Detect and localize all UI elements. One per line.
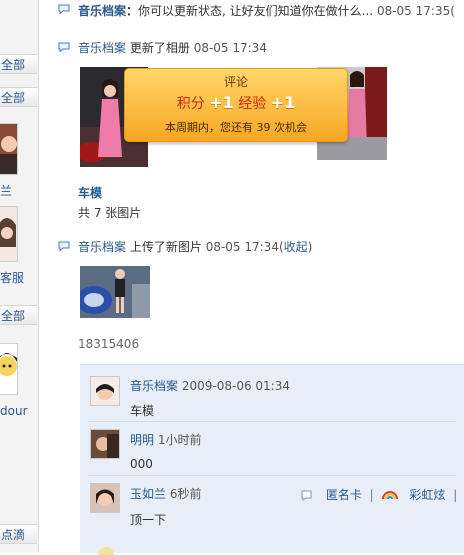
popup-title: 评论 bbox=[223, 75, 248, 89]
exp-label: 经验 bbox=[238, 96, 267, 112]
comment-avatar-3[interactable] bbox=[90, 483, 120, 513]
status-prompt-text[interactable]: 你可以更新状态, 让好友们知道你在做什么... bbox=[138, 4, 373, 18]
comment-3-time: 6秒前 bbox=[169, 487, 202, 501]
collapse-link[interactable]: 收起 bbox=[284, 240, 308, 254]
upload-user-link[interactable]: 音乐档案 bbox=[78, 240, 126, 254]
points-label: 积分 bbox=[176, 96, 205, 112]
comment-2-header: 明明 1小时前 bbox=[130, 431, 201, 448]
rainbow-icon bbox=[381, 491, 398, 500]
comment-avatar-4-partial bbox=[98, 547, 114, 555]
comment-2-user[interactable]: 明明 bbox=[130, 433, 154, 447]
album-action-text: 更新了相册 bbox=[129, 41, 190, 55]
speech-bubble-icon bbox=[58, 241, 70, 251]
upload-close-paren: ) bbox=[307, 240, 313, 254]
friend-avatar-2-image bbox=[0, 207, 17, 261]
sidebar-bottom-button[interactable]: 点滴 bbox=[0, 524, 37, 544]
rainbow-link[interactable]: 彩虹炫 bbox=[409, 488, 445, 502]
exp-value: +1 bbox=[270, 93, 296, 112]
popup-remaining-note: 本周期内，您还有 39 次机会 bbox=[165, 121, 307, 134]
friend-avatar-3[interactable] bbox=[0, 343, 18, 395]
uploaded-photo-image bbox=[80, 266, 150, 318]
sidebar-all-button-2[interactable]: 全部 bbox=[0, 87, 37, 107]
album-update-line: 音乐档案 更新了相册 08-05 17:34 bbox=[78, 39, 267, 56]
friend-avatar-3-image bbox=[0, 344, 17, 394]
album-photo-count: 共 7 张图片 bbox=[78, 206, 142, 220]
avatar-image-3 bbox=[91, 484, 119, 512]
status-line: 音乐档案：你可以更新状态, 让好友们知道你在做什么... 08-05 17:35… bbox=[78, 4, 455, 18]
uploaded-photo[interactable] bbox=[80, 266, 150, 318]
upload-time: 08-05 17:34( bbox=[205, 240, 284, 254]
comment-divider bbox=[88, 475, 456, 476]
speech-bubble-icon bbox=[58, 4, 70, 14]
popup-reward-row: 积分 +1 经验 +1 bbox=[125, 93, 347, 113]
card-icon bbox=[301, 490, 312, 501]
photo-id: 18315406 bbox=[78, 337, 140, 351]
comment-2-time: 1小时前 bbox=[157, 433, 202, 447]
comment-tools: 匿名卡 | 彩虹炫 | bbox=[300, 486, 457, 503]
sidebar-all-button-1[interactable]: 全部 bbox=[0, 54, 37, 74]
sidebar-all-button-3[interactable]: 全部 bbox=[0, 305, 37, 325]
comment-1-text: 车模 bbox=[130, 404, 155, 418]
status-user-link[interactable]: 音乐档案 bbox=[78, 4, 126, 18]
comment-3-text: 顶一下 bbox=[130, 513, 167, 527]
avatar-image-1 bbox=[91, 377, 119, 405]
friend-avatar-1[interactable] bbox=[0, 123, 18, 175]
friend-name-2[interactable]: 客服 bbox=[0, 269, 24, 286]
upload-action-text: 上传了新图片 bbox=[129, 240, 202, 254]
friend-name-1[interactable]: 兰 bbox=[0, 182, 12, 199]
album-user-link[interactable]: 音乐档案 bbox=[78, 41, 126, 55]
left-sidebar: 全部 全部 兰 客服 全部 dour 点滴 bbox=[0, 0, 39, 552]
album-name-link[interactable]: 车模 bbox=[78, 184, 102, 201]
upload-line: 音乐档案 上传了新图片 08-05 17:34(收起) bbox=[78, 238, 312, 255]
comment-3-user[interactable]: 玉如兰 bbox=[130, 487, 166, 501]
comment-1-user[interactable]: 音乐档案 bbox=[130, 379, 178, 393]
album-time: 08-05 17:34 bbox=[193, 41, 267, 55]
avatar-image-2 bbox=[91, 430, 119, 458]
comment-avatar-2[interactable] bbox=[90, 429, 120, 459]
comment-divider bbox=[88, 421, 456, 422]
speech-bubble-icon bbox=[58, 42, 70, 52]
points-reward-popup: 评论 积分 +1 经验 +1 本周期内，您还有 39 次机会 bbox=[124, 68, 348, 142]
friend-name-3[interactable]: dour bbox=[0, 404, 28, 418]
status-time: 08-05 17:35( bbox=[376, 4, 455, 18]
friend-avatar-2[interactable] bbox=[0, 206, 18, 262]
friend-avatar-1-image bbox=[0, 124, 17, 174]
comment-1-header: 音乐档案 2009-08-06 01:34 bbox=[130, 377, 290, 394]
comment-box: 音乐档案 2009-08-06 01:34 车模 明明 1小时前 000 玉如兰… bbox=[80, 364, 464, 555]
tool-separator: | bbox=[369, 488, 374, 502]
tool-separator-2: | bbox=[453, 488, 458, 502]
comment-1-time: 2009-08-06 01:34 bbox=[181, 379, 290, 393]
comment-3-header: 玉如兰 6秒前 bbox=[130, 485, 201, 502]
comment-avatar-1[interactable] bbox=[90, 376, 120, 406]
comment-2-text: 000 bbox=[130, 457, 153, 471]
anon-card-link[interactable]: 匿名卡 bbox=[326, 488, 362, 502]
points-value: +1 bbox=[209, 93, 234, 112]
